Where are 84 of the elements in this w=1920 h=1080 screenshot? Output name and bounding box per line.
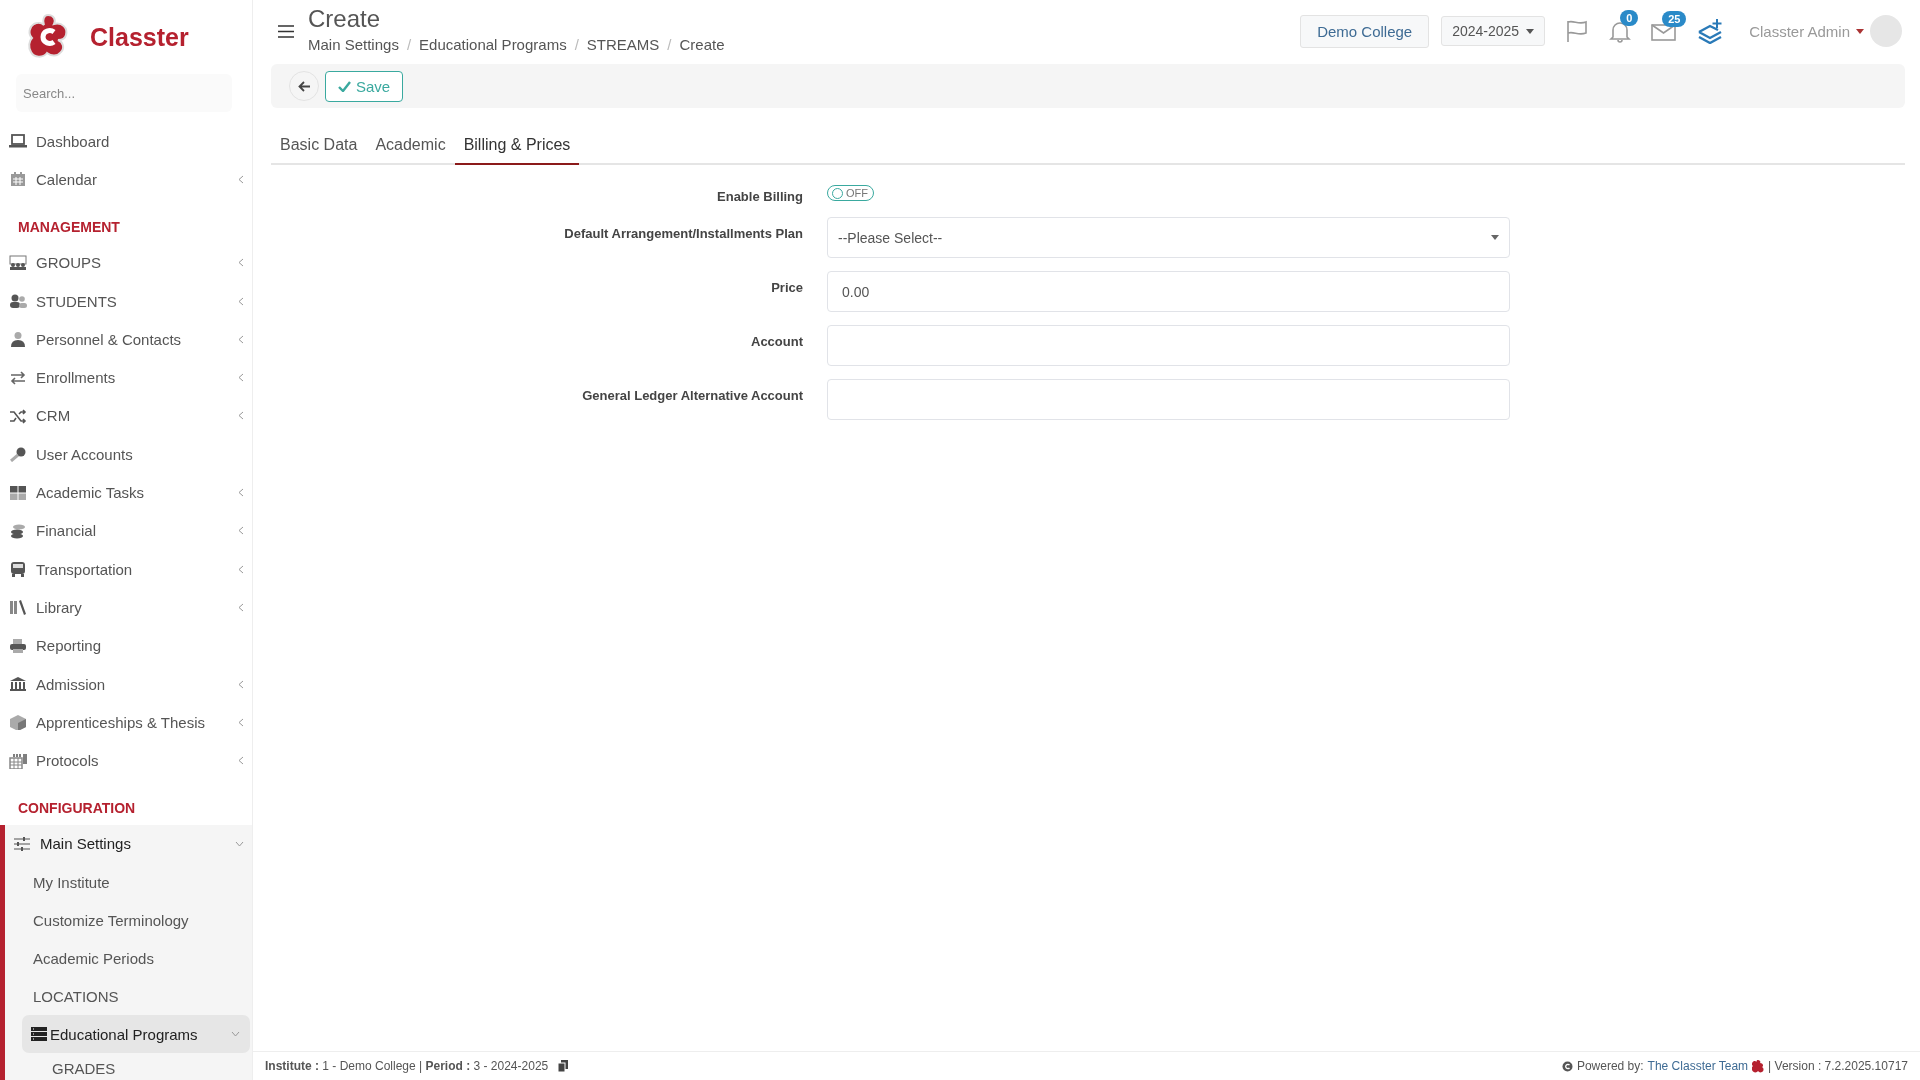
field-label: Default Arrangement/Installments Plan: [563, 225, 803, 241]
footer-info: Institute : 1 - Demo College | Period : 3 - 2024-2025: [265, 1059, 549, 1073]
back-button[interactable]: [289, 71, 319, 101]
back-arrow-icon: [298, 80, 310, 92]
group-icon: [9, 254, 27, 271]
layers-plus-icon[interactable]: [1697, 18, 1724, 44]
copyright-icon: [1561, 1060, 1573, 1072]
notification-badge: 0: [1620, 10, 1639, 26]
period-dropdown[interactable]: 2024-2025: [1441, 16, 1546, 46]
sidebar-item[interactable]: GROUPS: [0, 243, 252, 282]
check-icon: [338, 80, 351, 92]
grid-icon: [9, 484, 27, 501]
section-heading: MANAGEMENT: [17, 217, 121, 237]
sidebar-item[interactable]: Protocols: [0, 741, 252, 780]
field-label: Enable Billing: [716, 188, 803, 204]
brand-name: Classter: [90, 22, 189, 52]
shuffle-icon: [9, 407, 27, 424]
sidebar-subitem[interactable]: GRADES: [5, 1053, 252, 1080]
sidebar-item[interactable]: Academic Tasks: [0, 473, 252, 512]
flag-icon[interactable]: [1565, 19, 1590, 43]
sidebar-item[interactable]: Library: [0, 588, 252, 627]
sidebar-item[interactable]: Financial: [0, 511, 252, 550]
printer-icon: [9, 637, 27, 654]
key-icon: [9, 446, 27, 463]
menu-icon[interactable]: [278, 24, 294, 38]
breadcrumb-separator: /: [406, 36, 412, 53]
sidebar-subitem[interactable]: LOCATIONS: [5, 977, 252, 1016]
tab[interactable]: Billing & Prices: [454, 128, 580, 165]
bus-icon: [9, 561, 27, 578]
field-label: General Ledger Alternative Account: [581, 387, 803, 403]
breadcrumb-separator: /: [574, 36, 579, 53]
input-field[interactable]: [827, 379, 1510, 420]
calendar-icon: [9, 171, 27, 188]
sidebar-item[interactable]: Main Settings: [5, 824, 252, 864]
breadcrumb-link[interactable]: Educational Programs: [419, 36, 567, 53]
sliders-icon: [13, 835, 31, 852]
arrows-icon: [9, 369, 27, 386]
sidebar-subitem[interactable]: Educational Programs: [22, 1015, 250, 1054]
sidebar-subitem[interactable]: Customize Terminology: [5, 901, 252, 940]
sidebar-item[interactable]: Personnel & Contacts: [0, 320, 252, 359]
person-icon: [9, 331, 27, 348]
version-text: | Version : 7.2.2025.10717: [1768, 1059, 1908, 1073]
logo-icon: [1752, 1059, 1765, 1073]
field-label: Price: [770, 279, 803, 295]
coins-icon: [9, 522, 27, 539]
laptop-icon: [9, 133, 27, 150]
server-icon: [30, 1026, 48, 1043]
message-badge: 25: [1662, 11, 1687, 27]
table-icon: [9, 752, 27, 769]
input-field[interactable]: [827, 325, 1510, 366]
sidebar-item[interactable]: Admission: [0, 664, 252, 704]
sidebar-item[interactable]: CRM: [0, 396, 252, 436]
search-field[interactable]: Search...: [16, 74, 232, 112]
section-heading: CONFIGURATION: [17, 798, 137, 818]
bank-icon: [9, 676, 27, 692]
page-title: Create: [308, 5, 382, 33]
users-icon: [9, 293, 27, 310]
sidebar-subitem[interactable]: My Institute: [5, 863, 252, 902]
caret-icon: [1526, 28, 1535, 34]
sidebar-item[interactable]: STUDENTS: [0, 281, 252, 321]
breadcrumb-link[interactable]: STREAMS: [586, 36, 660, 53]
sidebar-item[interactable]: Calendar: [0, 160, 252, 199]
powered-by-text: Powered by:: [1576, 1059, 1644, 1073]
books-icon: [9, 599, 27, 616]
select-field[interactable]: --Please Select--: [827, 217, 1510, 258]
team-link[interactable]: The Classter Team: [1647, 1059, 1749, 1073]
field-label: Account: [750, 333, 803, 349]
caret-icon: [1856, 28, 1864, 34]
sidebar-item[interactable]: Transportation: [0, 549, 252, 589]
institute-button[interactable]: Demo College: [1300, 14, 1430, 48]
sidebar-item[interactable]: User Accounts: [0, 435, 252, 474]
copy-icon[interactable]: [558, 1060, 569, 1072]
sidebar-item[interactable]: Apprenticeships & Thesis: [0, 703, 252, 742]
sidebar-subitem[interactable]: Academic Periods: [5, 939, 252, 978]
tab[interactable]: Basic Data: [271, 128, 367, 165]
sidebar-item[interactable]: Enrollments: [0, 358, 252, 397]
cube-icon: [9, 714, 27, 731]
sidebar-item[interactable]: Dashboard: [0, 122, 252, 161]
breadcrumb-separator: /: [667, 36, 672, 53]
tab[interactable]: Academic: [366, 128, 455, 165]
breadcrumb-link[interactable]: Main Settings: [308, 36, 399, 53]
dropdown-arrow-icon: [1491, 235, 1499, 240]
sidebar-item[interactable]: Reporting: [0, 626, 252, 665]
input-field[interactable]: 0.00: [827, 271, 1510, 312]
